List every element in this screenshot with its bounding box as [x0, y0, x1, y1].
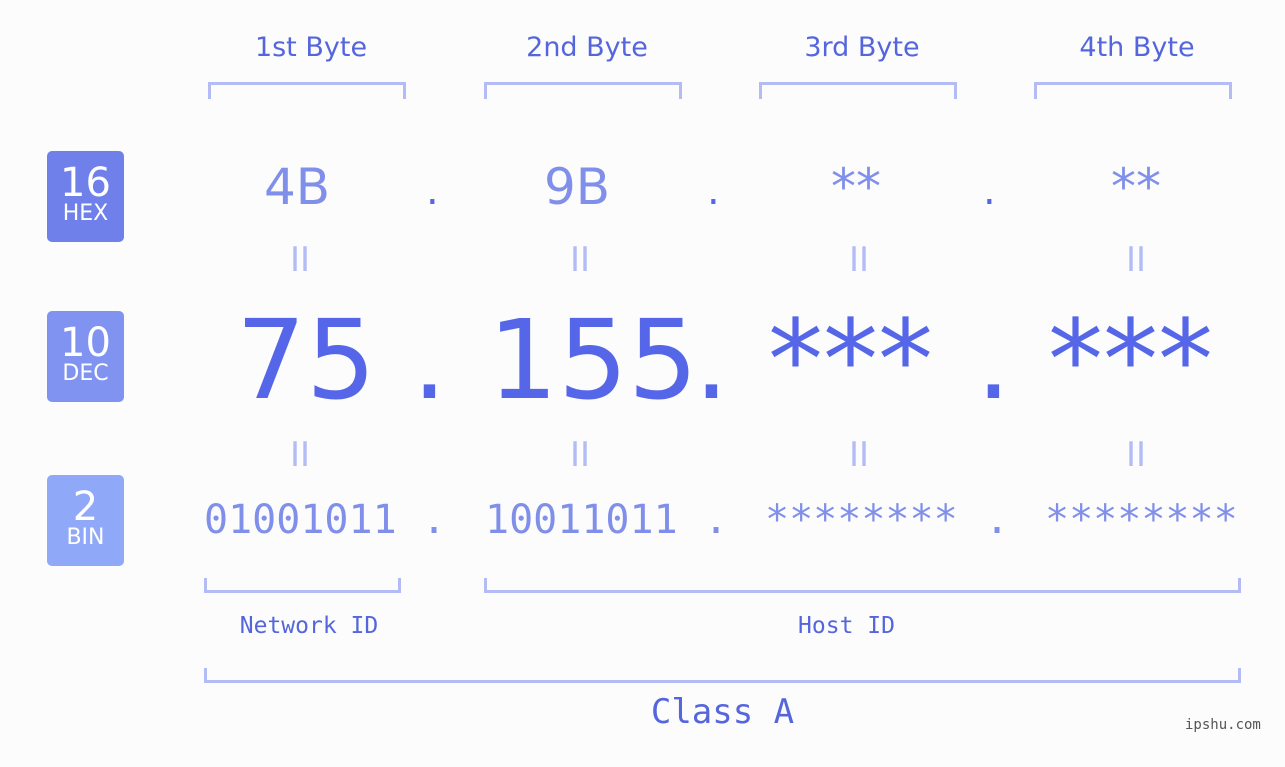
dec-byte-4: *** — [1048, 296, 1213, 424]
byte-bracket-3 — [759, 82, 957, 99]
bin-dot-3: . — [985, 497, 1010, 543]
hex-byte-2: 9B — [543, 158, 611, 216]
equals-hex-dec-2: II — [569, 240, 591, 280]
host-id-label: Host ID — [798, 613, 895, 639]
hex-dot-2: . — [707, 168, 720, 214]
dec-byte-2: 155 — [488, 296, 698, 424]
dec-byte-3: *** — [768, 296, 933, 424]
equals-dec-bin-3: II — [848, 435, 870, 475]
dec-dot-3: . — [976, 296, 1011, 424]
equals-dec-bin-1: II — [289, 435, 311, 475]
bin-byte-4: ******** — [1045, 497, 1238, 543]
class-label: Class A — [650, 692, 795, 732]
hex-badge: 16 HEX — [47, 151, 124, 242]
hex-byte-1: 4B — [263, 158, 331, 216]
bin-base: 2 — [72, 484, 99, 530]
dec-badge: 10 DEC — [47, 311, 124, 402]
dec-label: DEC — [62, 361, 109, 386]
equals-dec-bin-2: II — [569, 435, 591, 475]
byte-bracket-1 — [208, 82, 406, 99]
equals-hex-dec-3: II — [848, 240, 870, 280]
hex-byte-4: ** — [1111, 158, 1161, 216]
hex-byte-3: ** — [831, 158, 881, 216]
byte-bracket-4 — [1034, 82, 1232, 99]
bin-byte-2: 10011011 — [485, 497, 678, 543]
byte-header-3: 3rd Byte — [804, 32, 920, 63]
bin-byte-1: 01001011 — [204, 497, 397, 543]
bin-dot-1: . — [422, 497, 447, 543]
watermark: ipshu.com — [1185, 717, 1261, 733]
host-id-bracket — [484, 578, 1241, 593]
hex-dot-3: . — [983, 168, 996, 214]
dec-byte-1: 75 — [236, 296, 376, 424]
dec-dot-2: . — [694, 296, 729, 424]
bin-badge: 2 BIN — [47, 475, 124, 566]
network-id-bracket — [204, 578, 401, 593]
hex-label: HEX — [62, 201, 109, 226]
network-id-label: Network ID — [239, 613, 379, 639]
equals-hex-dec-4: II — [1125, 240, 1147, 280]
byte-bracket-2 — [484, 82, 682, 99]
dec-base: 10 — [60, 320, 111, 366]
byte-header-1: 1st Byte — [254, 32, 368, 63]
equals-hex-dec-1: II — [289, 240, 311, 280]
byte-header-4: 4th Byte — [1079, 32, 1195, 63]
bin-label: BIN — [66, 525, 105, 550]
byte-header-2: 2nd Byte — [526, 32, 648, 63]
bin-dot-2: . — [704, 497, 729, 543]
hex-base: 16 — [60, 160, 111, 206]
class-bracket — [204, 668, 1241, 683]
equals-dec-bin-4: II — [1125, 435, 1147, 475]
bin-byte-3: ******** — [765, 497, 958, 543]
hex-dot-1: . — [426, 168, 439, 214]
dec-dot-1: . — [412, 296, 447, 424]
